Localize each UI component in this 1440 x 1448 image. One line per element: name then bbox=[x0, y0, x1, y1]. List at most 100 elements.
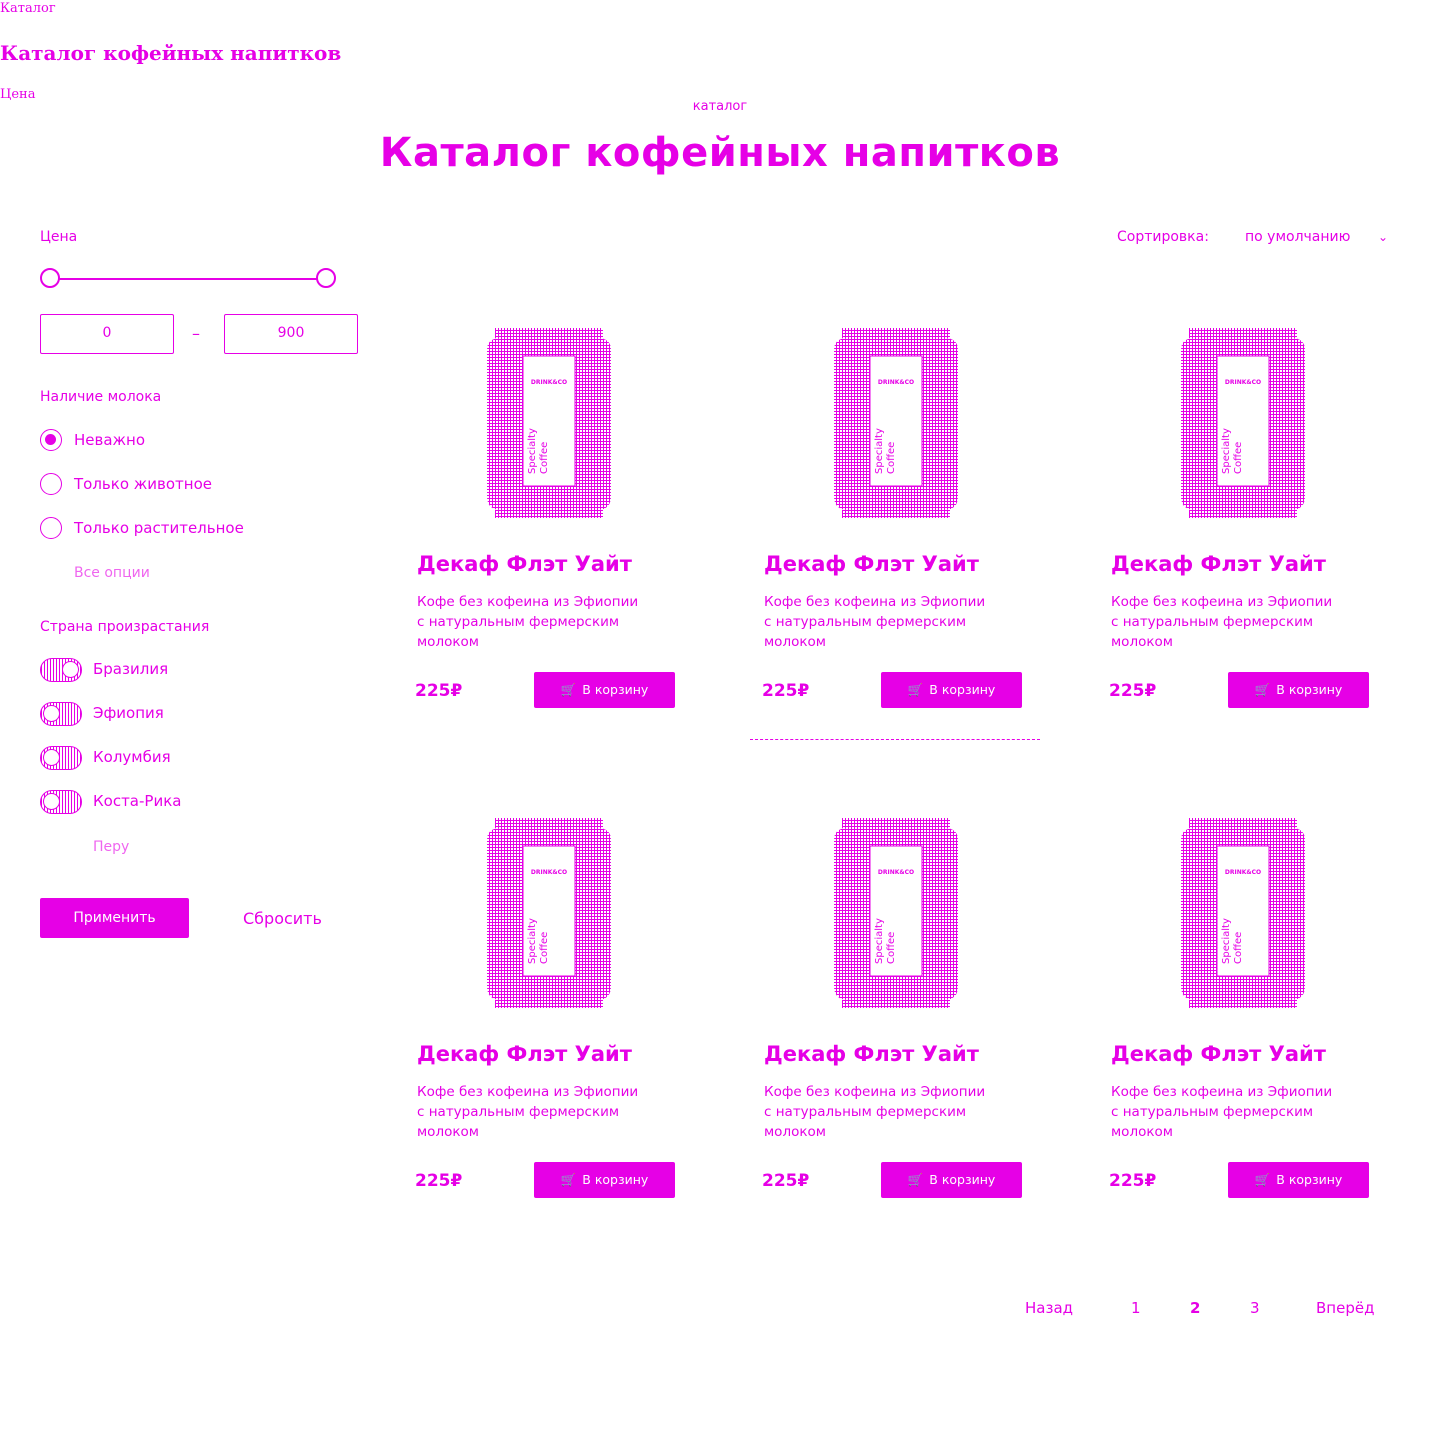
product-card[interactable]: DRINK&CO Specialty Coffee Декаф Флэт Уайт Ко… bbox=[1109, 328, 1411, 718]
pagination-prev[interactable]: Назад bbox=[1025, 1298, 1073, 1318]
can-brand-text: DRINK&CO bbox=[878, 869, 914, 876]
toggle-off-icon[interactable] bbox=[40, 790, 82, 814]
product-description-line: Кофе без кофеина из Эфиопии bbox=[764, 1084, 986, 1100]
country-show-all-link[interactable]: Перу bbox=[93, 837, 129, 857]
product-card[interactable]: DRINK&CO Specialty Coffee Декаф Флэт Уайт Ко… bbox=[762, 328, 1064, 718]
product-card[interactable]: DRINK&CO Specialty Coffee Декаф Флэт Уайт Ко… bbox=[762, 818, 1064, 1208]
product-description-line: с натуральным фермерским bbox=[417, 1104, 620, 1120]
product-price: 225₽ bbox=[1109, 681, 1157, 701]
sort-select[interactable]: по умолчанию bbox=[1245, 227, 1350, 247]
toggle-off-icon[interactable] bbox=[40, 746, 82, 770]
toggle-off-icon[interactable] bbox=[40, 702, 82, 726]
can-label-line2: Coffee bbox=[1233, 932, 1244, 964]
radio-icon[interactable] bbox=[40, 517, 62, 539]
can-label-line2: Coffee bbox=[886, 932, 897, 964]
product-description: Кофе без кофеина из Эфиопии с натуральным… bbox=[764, 592, 1024, 652]
product-description-line: Кофе без кофеина из Эфиопии bbox=[1111, 1084, 1333, 1100]
product-description: Кофе без кофеина из Эфиопии с натуральным… bbox=[1111, 1082, 1371, 1142]
add-to-cart-button[interactable]: 🛒 В корзину bbox=[881, 1162, 1022, 1198]
product-description-line: молоком bbox=[764, 1124, 826, 1140]
country-label: Эфиопия bbox=[93, 704, 164, 722]
add-to-cart-button[interactable]: 🛒 В корзину bbox=[1228, 1162, 1369, 1198]
add-to-cart-button[interactable]: 🛒 В корзину bbox=[534, 672, 675, 708]
price-filter-title: Цена bbox=[40, 229, 78, 245]
country-label: Бразилия bbox=[93, 660, 169, 678]
product-price: 225₽ bbox=[762, 681, 810, 701]
can-label-line1: Specialty bbox=[874, 918, 885, 964]
pagination-page-1[interactable]: 1 bbox=[1131, 1298, 1141, 1318]
coffee-can-image: DRINK&CO Specialty Coffee bbox=[834, 328, 958, 518]
country-filter-title: Страна произрастания bbox=[40, 619, 210, 635]
product-description: Кофе без кофеина из Эфиопии с натуральным… bbox=[764, 1082, 1024, 1142]
product-name[interactable]: Декаф Флэт Уайт bbox=[417, 1040, 632, 1068]
pagination-page-2[interactable]: 2 bbox=[1190, 1298, 1200, 1318]
can-label-line1: Specialty bbox=[1221, 918, 1232, 964]
add-to-cart-button[interactable]: 🛒 В корзину bbox=[1228, 672, 1369, 708]
can-brand-text: DRINK&CO bbox=[1225, 379, 1261, 386]
breadcrumb[interactable]: каталог bbox=[0, 98, 1440, 116]
fallback-breadcrumb[interactable]: Каталог bbox=[0, 0, 56, 18]
chevron-down-icon[interactable]: ⌄ bbox=[1378, 230, 1388, 244]
toggle-on-icon[interactable] bbox=[40, 658, 82, 682]
can-label-line2: Coffee bbox=[886, 442, 897, 474]
apply-filters-button[interactable]: Применить bbox=[40, 898, 189, 938]
add-to-cart-label: В корзину bbox=[929, 682, 996, 697]
price-slider-min-handle[interactable] bbox=[40, 268, 60, 288]
country-label: Коста-Рика bbox=[93, 792, 182, 810]
can-label-line2: Coffee bbox=[539, 932, 550, 964]
product-description-line: с натуральным фермерским bbox=[417, 614, 620, 630]
product-card[interactable]: DRINK&CO Specialty Coffee Декаф Флэт Уайт Ко… bbox=[1109, 818, 1411, 1208]
product-price: 225₽ bbox=[1109, 1171, 1157, 1191]
product-description: Кофе без кофеина из Эфиопии с натуральным… bbox=[417, 592, 677, 652]
product-price: 225₽ bbox=[415, 1171, 463, 1191]
country-label: Колумбия bbox=[93, 748, 171, 766]
cart-icon: 🛒 bbox=[907, 1172, 924, 1187]
can-label-line2: Coffee bbox=[539, 442, 550, 474]
add-to-cart-button[interactable]: 🛒 В корзину bbox=[881, 672, 1022, 708]
price-slider-max-handle[interactable] bbox=[316, 268, 336, 288]
pagination-next[interactable]: Вперёд bbox=[1316, 1298, 1374, 1318]
product-card[interactable]: DRINK&CO Specialty Coffee Декаф Флэт Уайт Ко… bbox=[415, 818, 717, 1208]
product-description-line: молоком bbox=[1111, 1124, 1173, 1140]
price-min-input[interactable]: 0 bbox=[40, 314, 174, 354]
price-range-separator: – bbox=[192, 324, 200, 343]
cart-icon: 🛒 bbox=[1254, 1172, 1271, 1187]
cart-icon: 🛒 bbox=[1254, 682, 1271, 697]
add-to-cart-label: В корзину bbox=[1276, 682, 1343, 697]
add-to-cart-label: В корзину bbox=[582, 1172, 649, 1187]
product-description-line: Кофе без кофеина из Эфиопии bbox=[417, 594, 639, 610]
product-description-line: молоком bbox=[417, 1124, 479, 1140]
milk-show-all-link[interactable]: Все опции bbox=[74, 563, 150, 583]
coffee-can-image: DRINK&CO Specialty Coffee bbox=[487, 328, 611, 518]
product-description-line: Кофе без кофеина из Эфиопии bbox=[417, 1084, 639, 1100]
coffee-can-image: DRINK&CO Specialty Coffee bbox=[1181, 818, 1305, 1008]
pagination-page-3[interactable]: 3 bbox=[1250, 1298, 1260, 1318]
product-price: 225₽ bbox=[762, 1171, 810, 1191]
product-description-line: с натуральным фермерским bbox=[1111, 1104, 1314, 1120]
radio-selected-icon[interactable] bbox=[40, 429, 62, 451]
product-name[interactable]: Декаф Флэт Уайт bbox=[764, 550, 979, 578]
can-brand-text: DRINK&CO bbox=[1225, 869, 1261, 876]
radio-icon[interactable] bbox=[40, 473, 62, 495]
product-description-line: молоком bbox=[764, 634, 826, 650]
price-max-input[interactable]: 900 bbox=[224, 314, 358, 354]
cart-icon: 🛒 bbox=[560, 1172, 577, 1187]
milk-option-label: Только растительное bbox=[74, 519, 244, 537]
product-name[interactable]: Декаф Флэт Уайт bbox=[417, 550, 632, 578]
product-price: 225₽ bbox=[415, 681, 463, 701]
product-name[interactable]: Декаф Флэт Уайт bbox=[1111, 1040, 1326, 1068]
reset-filters-button[interactable]: Сбросить bbox=[243, 908, 322, 930]
add-to-cart-label: В корзину bbox=[929, 1172, 996, 1187]
cart-icon: 🛒 bbox=[907, 682, 924, 697]
product-name[interactable]: Декаф Флэт Уайт bbox=[764, 1040, 979, 1068]
product-description-line: с натуральным фермерским bbox=[1111, 614, 1314, 630]
add-to-cart-label: В корзину bbox=[1276, 1172, 1343, 1187]
product-description: Кофе без кофеина из Эфиопии с натуральным… bbox=[1111, 592, 1371, 652]
milk-option-label: Неважно bbox=[74, 431, 146, 449]
product-card[interactable]: DRINK&CO Specialty Coffee Декаф Флэт Уайт Ко… bbox=[415, 328, 717, 718]
milk-option-label: Только животное bbox=[74, 475, 213, 493]
add-to-cart-button[interactable]: 🛒 В корзину bbox=[534, 1162, 675, 1198]
price-slider-track[interactable] bbox=[50, 278, 326, 280]
product-description-line: с натуральным фермерским bbox=[764, 614, 967, 630]
product-name[interactable]: Декаф Флэт Уайт bbox=[1111, 550, 1326, 578]
